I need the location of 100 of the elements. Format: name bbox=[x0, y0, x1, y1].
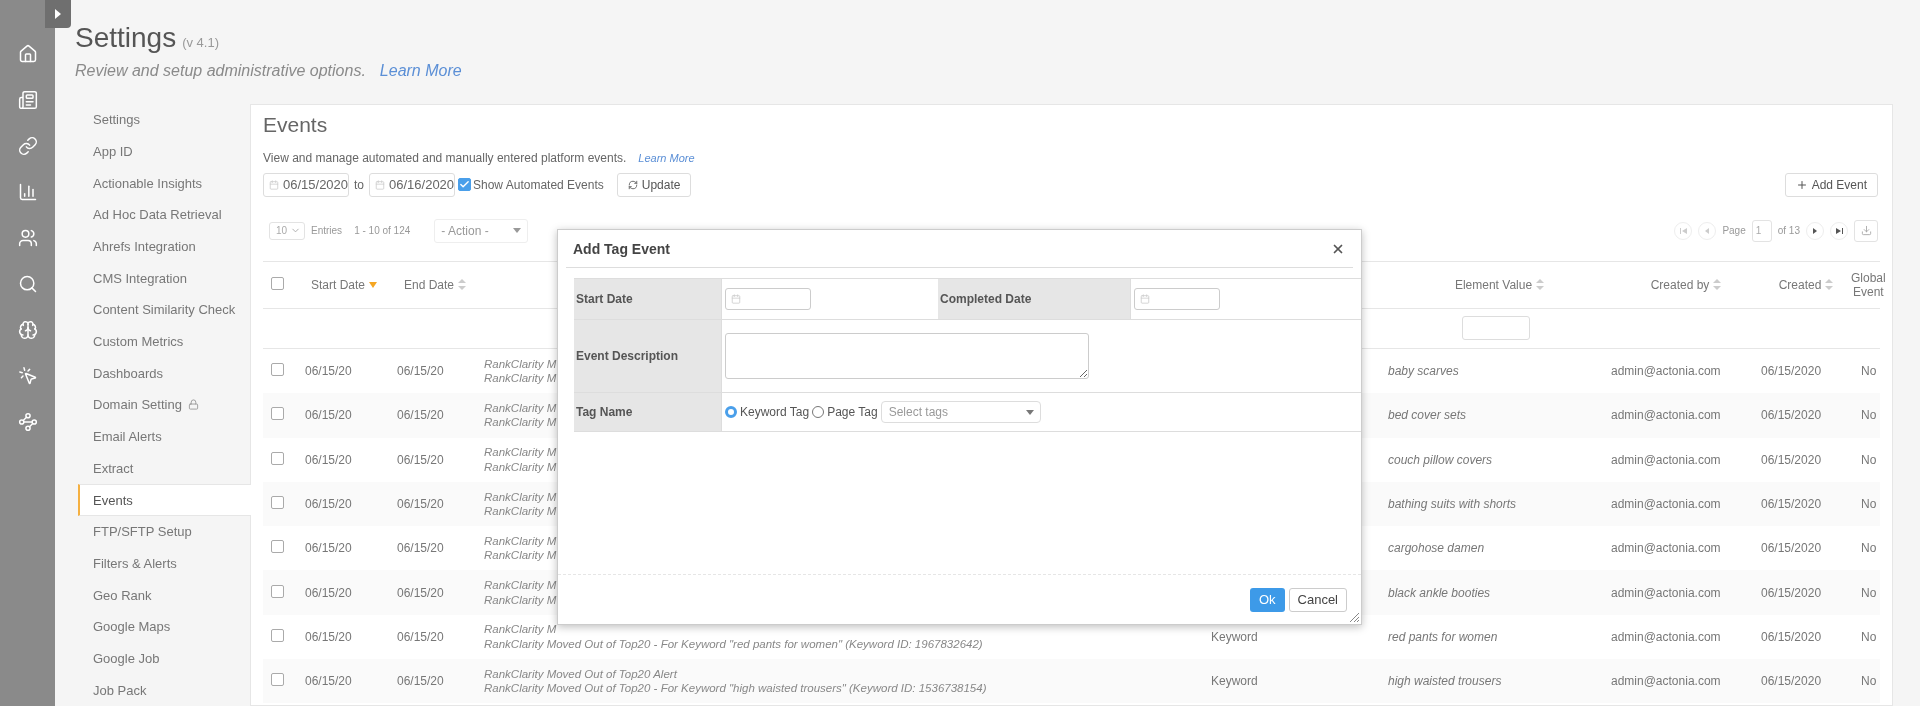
nav-item[interactable]: FTP/SFTP Setup bbox=[78, 515, 250, 548]
nav-item[interactable]: Google Maps bbox=[78, 610, 250, 643]
learn-more-link[interactable]: Learn More bbox=[638, 151, 695, 164]
table-cell-text: No bbox=[1860, 364, 1877, 379]
start-date-field[interactable]: 06/15/2020 bbox=[263, 172, 349, 197]
tags-select[interactable]: Select tags bbox=[880, 401, 1041, 423]
nav-item[interactable]: Job Pack bbox=[78, 674, 250, 706]
nav-item[interactable]: App ID bbox=[78, 135, 250, 168]
table-cell: admin@actonia.com bbox=[1611, 629, 1721, 644]
row-checkbox[interactable] bbox=[271, 540, 284, 554]
table-cell-text: 06/15/20 bbox=[396, 541, 445, 556]
nav-item[interactable]: Content Similarity Check bbox=[78, 294, 250, 326]
table-cell-text: 06/15/20 bbox=[304, 629, 353, 644]
dialog-title: Add Tag Event bbox=[573, 240, 670, 257]
table-cell: admin@actonia.com bbox=[1611, 541, 1721, 556]
filter-field[interactable] bbox=[1461, 316, 1530, 341]
document-icon[interactable] bbox=[17, 90, 38, 110]
table-cell: 06/15/2020 bbox=[1761, 629, 1822, 644]
row-checkbox[interactable] bbox=[271, 495, 284, 509]
add-event-button[interactable]: Add Event bbox=[1784, 172, 1878, 197]
refresh-icon bbox=[627, 179, 638, 190]
end-date-field[interactable]: 06/16/2020 bbox=[369, 172, 455, 197]
caret-icon bbox=[513, 228, 522, 234]
nav-item[interactable]: CMS Integration bbox=[78, 262, 250, 295]
ok-button[interactable]: Ok bbox=[1249, 587, 1285, 612]
table-cell-text: 06/15/20 bbox=[396, 629, 445, 644]
sidebar-toggle[interactable] bbox=[45, 0, 71, 28]
version-label: (v 4.1) bbox=[182, 35, 219, 50]
event-description: RankClarity M bbox=[484, 489, 557, 504]
checkbox-label: Show Automated Events bbox=[473, 177, 604, 192]
radio-button[interactable] bbox=[725, 406, 737, 418]
nav-item[interactable]: Extract bbox=[78, 452, 250, 485]
radio-button[interactable] bbox=[812, 406, 825, 418]
event-description: RankClarity M bbox=[484, 592, 557, 607]
nav-item[interactable]: Google Job bbox=[78, 642, 250, 675]
nav-item[interactable]: Events bbox=[78, 484, 251, 516]
download-button[interactable] bbox=[1854, 219, 1878, 242]
event-description: RankClarity M bbox=[484, 578, 557, 593]
update-button[interactable]: Update bbox=[616, 172, 692, 197]
nav-item[interactable]: Domain Setting bbox=[78, 389, 250, 421]
nav-item[interactable]: Filters & Alerts bbox=[78, 547, 250, 580]
learn-more-link[interactable]: Learn More bbox=[379, 62, 462, 80]
completed-date-field[interactable] bbox=[1134, 288, 1220, 310]
select-all-checkbox[interactable] bbox=[271, 276, 284, 290]
row-checkbox[interactable] bbox=[271, 628, 284, 642]
row-checkbox[interactable] bbox=[271, 584, 284, 598]
column-header[interactable]: Element Value bbox=[1454, 277, 1533, 292]
row-checkbox[interactable] bbox=[271, 407, 284, 421]
table-cell-text: No bbox=[1860, 452, 1877, 467]
table-cell: bathing suits with shorts bbox=[1388, 496, 1517, 511]
table-cell: 06/15/2020 bbox=[1761, 452, 1822, 467]
link-icon[interactable] bbox=[17, 136, 38, 156]
row-checkbox[interactable] bbox=[271, 673, 284, 687]
table-cell: 06/15/2020 bbox=[1761, 364, 1822, 379]
nav-item[interactable]: Actionable Insights bbox=[78, 167, 250, 199]
page-size-select[interactable]: 10 bbox=[269, 221, 305, 240]
bar-chart-icon[interactable] bbox=[17, 182, 38, 202]
sort-icon[interactable] bbox=[1536, 279, 1545, 291]
network-icon[interactable] bbox=[17, 412, 38, 432]
page-input[interactable]: 1 bbox=[1751, 219, 1772, 242]
column-header[interactable]: End Date bbox=[404, 277, 455, 292]
section-title: Events bbox=[263, 112, 329, 138]
nav-item[interactable]: Geo Rank bbox=[78, 579, 250, 611]
nav-item[interactable]: Settings bbox=[78, 103, 250, 136]
table-cell-text: 06/15/20 bbox=[396, 452, 445, 467]
start-date-field[interactable] bbox=[725, 288, 811, 310]
row-checkbox[interactable] bbox=[271, 363, 284, 377]
sort-descending-icon[interactable] bbox=[369, 281, 378, 288]
calendar-icon bbox=[269, 179, 279, 190]
sort-icon[interactable] bbox=[458, 279, 467, 291]
field-label: Event Description bbox=[574, 320, 722, 393]
action-select[interactable]: - Action - bbox=[434, 218, 529, 243]
sort-icon[interactable] bbox=[1825, 279, 1834, 291]
table-cell-text: No bbox=[1860, 408, 1877, 423]
nav-item[interactable]: Dashboards bbox=[78, 357, 250, 390]
nav-item[interactable]: Ahrefs Integration bbox=[78, 230, 250, 263]
checkbox[interactable] bbox=[458, 178, 471, 192]
page-title: Settings bbox=[75, 22, 177, 54]
column-header[interactable]: Created bbox=[1778, 277, 1822, 292]
table-cell: admin@actonia.com bbox=[1611, 452, 1721, 467]
column-header[interactable]: Start Date bbox=[311, 277, 366, 292]
row-checkbox[interactable] bbox=[271, 451, 284, 465]
table-cell-text: No bbox=[1860, 585, 1877, 600]
nav-item[interactable]: Custom Metrics bbox=[78, 325, 250, 358]
resize-grip-icon[interactable] bbox=[1349, 612, 1359, 622]
nav-item[interactable]: Ad Hoc Data Retrieval bbox=[78, 199, 250, 231]
description-field[interactable] bbox=[725, 333, 1089, 379]
nav-item[interactable]: Email Alerts bbox=[78, 420, 250, 453]
table-cell-text: 06/15/20 bbox=[304, 452, 353, 467]
event-description: RankClarity M bbox=[484, 533, 557, 549]
search-icon[interactable] bbox=[17, 274, 38, 294]
cancel-button[interactable]: Cancel bbox=[1288, 587, 1347, 612]
home-icon[interactable] bbox=[17, 44, 38, 64]
column-header[interactable]: Created by bbox=[1650, 277, 1710, 292]
brain-icon[interactable] bbox=[17, 320, 38, 340]
event-description: RankClarity M bbox=[484, 622, 557, 637]
users-icon[interactable] bbox=[17, 228, 38, 248]
page-label: Page bbox=[1722, 225, 1746, 237]
sort-icon[interactable] bbox=[1713, 279, 1722, 291]
cursor-click-icon[interactable] bbox=[17, 366, 38, 386]
